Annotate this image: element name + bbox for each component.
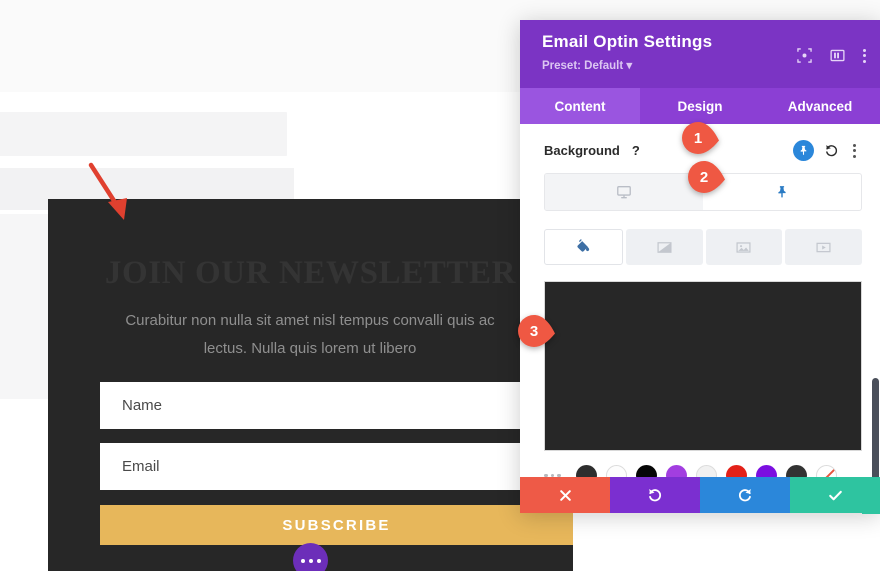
tab-advanced[interactable]: Advanced — [760, 88, 880, 124]
dot — [863, 48, 866, 52]
background-video-icon[interactable] — [785, 229, 862, 265]
ellipsis-icon — [300, 558, 305, 563]
red-arrow-icon — [88, 162, 127, 220]
undo-icon — [649, 489, 662, 502]
panel-edge-accent — [862, 478, 880, 514]
undo-button[interactable] — [610, 477, 700, 513]
close-x-icon — [559, 489, 571, 501]
panel-header: Email Optin Settings Preset: Default ▾ — [520, 20, 880, 88]
background-label: Background — [544, 143, 620, 158]
background-gradient-icon[interactable] — [625, 229, 703, 265]
screenshot-root: JOIN OUR NEWSLETTER Curabitur non nulla … — [0, 0, 880, 571]
dot — [863, 54, 866, 57]
optin-heading: JOIN OUR NEWSLETTER — [104, 255, 517, 291]
ellipsis-icon — [316, 558, 321, 563]
canvas-placeholder-row-c — [0, 214, 50, 399]
panel-action-bar[interactable] — [520, 477, 880, 513]
chevron-down-icon: ▾ — [626, 60, 633, 72]
optin-name-placeholder: Name — [122, 397, 163, 414]
close-button[interactable] — [520, 477, 610, 513]
background-color-preview[interactable] — [544, 281, 862, 451]
optin-subscribe-button[interactable]: SUBSCRIBE — [100, 505, 573, 545]
dot — [853, 149, 856, 152]
callout-badge-2: 2 — [688, 161, 734, 193]
more-menu-icon[interactable] — [863, 48, 866, 63]
dot — [853, 154, 856, 158]
background-image-icon[interactable] — [705, 229, 783, 265]
undo-reset-icon[interactable] — [824, 143, 839, 158]
pin-icon[interactable] — [793, 140, 814, 161]
background-type-tabs[interactable] — [544, 229, 862, 265]
callout-badge-1: 1 — [682, 122, 728, 154]
redo-icon — [738, 489, 751, 502]
optin-subtext: Curabitur non nulla sit amet nisl tempus… — [125, 312, 495, 357]
callout-number: 1 — [693, 129, 703, 147]
help-icon[interactable]: ? — [632, 143, 640, 158]
email-optin-module[interactable]: JOIN OUR NEWSLETTER Curabitur non nulla … — [48, 199, 573, 571]
dot — [853, 143, 856, 147]
panel-header-actions — [797, 48, 866, 63]
canvas-placeholder-row-a — [0, 112, 287, 156]
layout-columns-icon[interactable] — [830, 48, 845, 63]
optin-email-placeholder: Email — [122, 458, 160, 475]
tab-design[interactable]: Design — [640, 88, 760, 124]
tab-content[interactable]: Content — [520, 88, 640, 124]
optin-email-input[interactable]: Email — [100, 443, 573, 490]
module-more-options-button[interactable] — [293, 543, 328, 571]
background-color-icon[interactable] — [544, 229, 623, 265]
optin-name-input[interactable]: Name — [100, 382, 573, 429]
expand-icon[interactable] — [797, 48, 812, 63]
check-icon — [828, 490, 842, 500]
redo-button[interactable] — [700, 477, 790, 513]
desktop-icon[interactable] — [545, 174, 703, 210]
canvas-left-gutter — [0, 399, 52, 571]
callout-number: 2 — [699, 168, 709, 186]
dot — [863, 59, 866, 63]
callout-number: 3 — [529, 322, 539, 340]
ellipsis-icon — [308, 558, 313, 563]
panel-tab-bar[interactable]: Content Design Advanced — [520, 88, 880, 124]
panel-preset-label: Preset: Default — [542, 60, 624, 72]
email-optin-settings-panel[interactable]: Email Optin Settings Preset: Default ▾ C… — [520, 20, 880, 513]
vertical-dots-icon[interactable] — [849, 143, 860, 158]
callout-badge-3: 3 — [518, 315, 564, 347]
